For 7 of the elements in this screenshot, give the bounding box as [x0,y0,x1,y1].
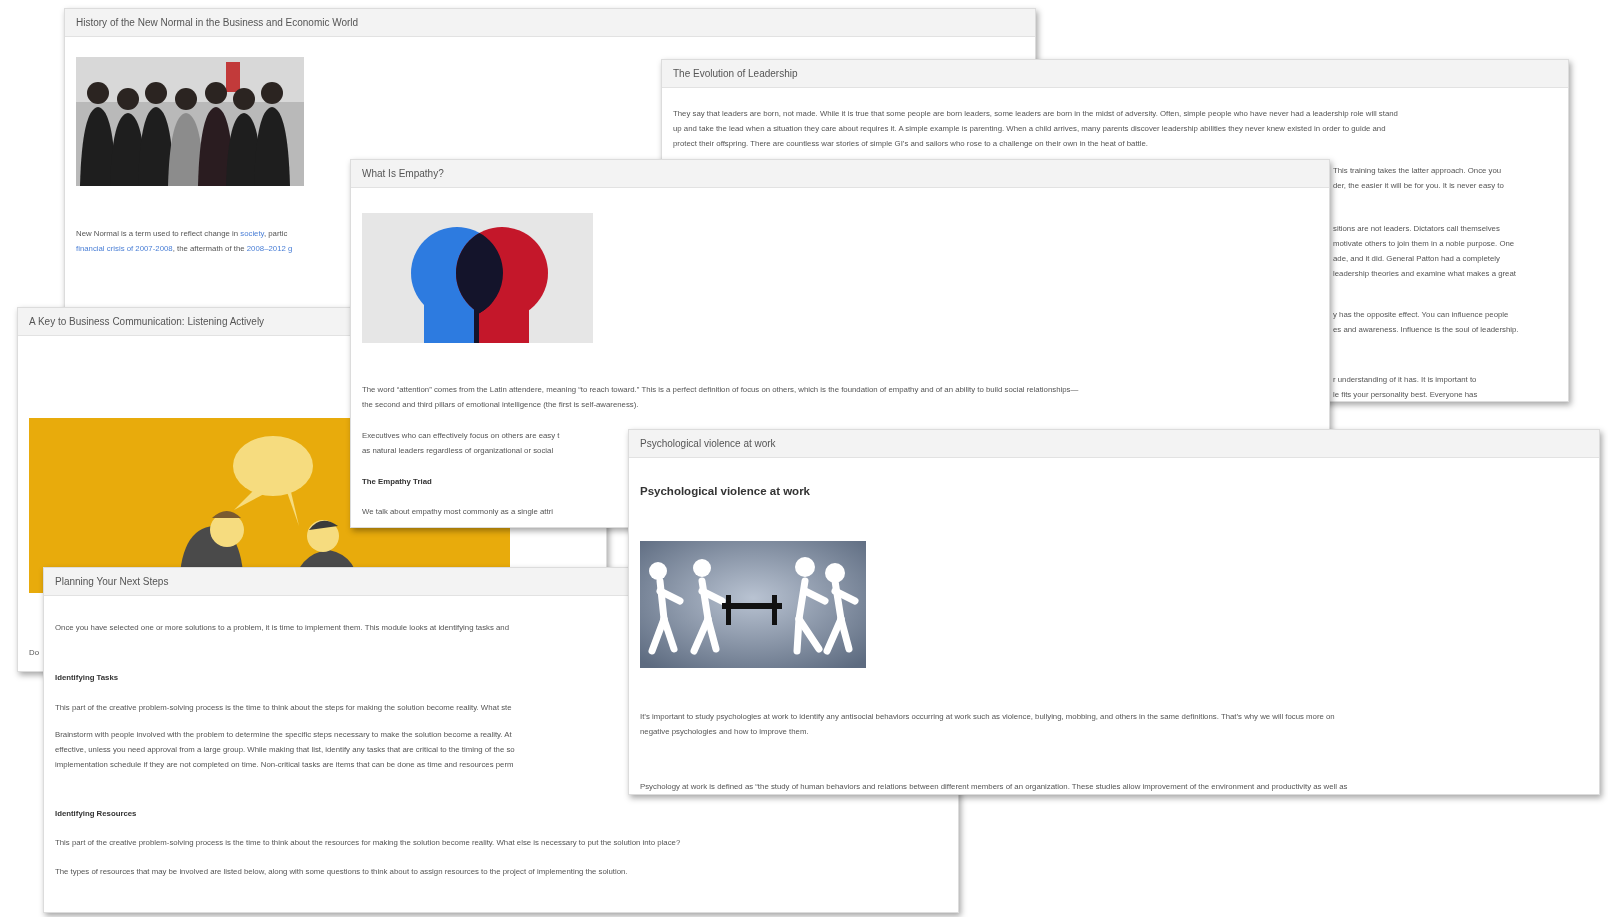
card-title: Planning Your Next Steps [55,576,169,587]
card-title: What Is Empathy? [362,168,444,179]
card-title: The Evolution of Leadership [673,68,798,79]
card-title: A Key to Business Communication: Listening Actively [29,316,265,327]
article-heading: Psychological violence at work [640,484,810,499]
card-title: Psychological violence at work [640,438,776,449]
card-title: History of the New Normal in the Business and Economic World [76,17,359,28]
